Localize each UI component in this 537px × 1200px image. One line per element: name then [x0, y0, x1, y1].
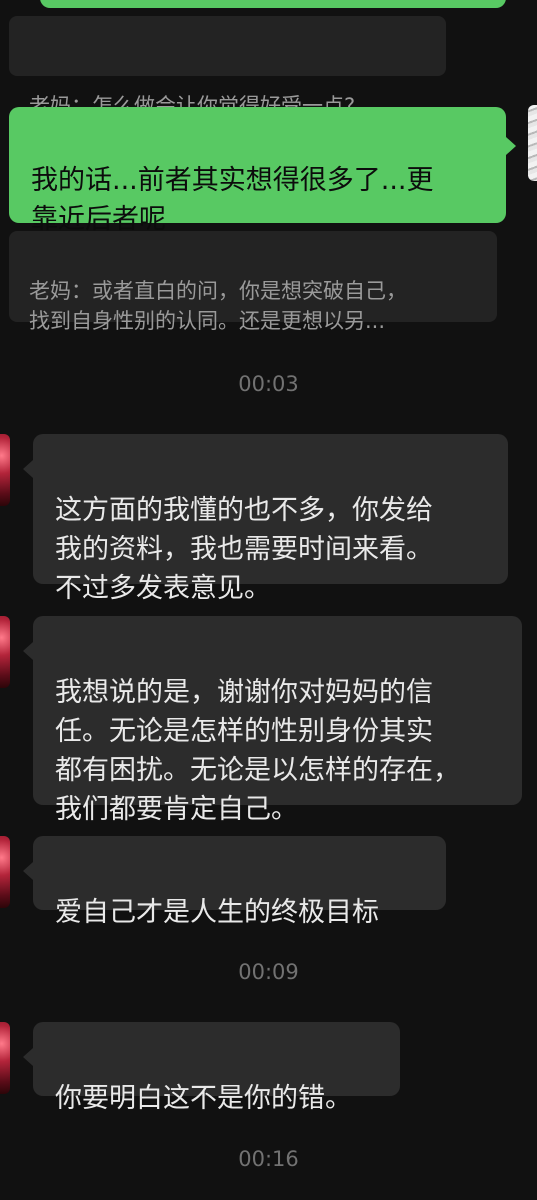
- received-message-text: 我想说的是，谢谢你对妈妈的信 任。无论是怎样的性别身份其实 都有困扰。无论是以怎…: [55, 677, 460, 825]
- received-message-bubble[interactable]: 爱自己才是人生的终极目标: [33, 836, 446, 928]
- timestamp: 00:16: [238, 1147, 299, 1171]
- received-bubble-tail: [23, 1048, 33, 1066]
- quoted-message[interactable]: 老妈：怎么做会让你觉得好受一点?: [9, 16, 446, 118]
- received-message-bubble[interactable]: 你要明白这不是你的错。: [33, 1022, 400, 1114]
- quoted-message-text: 老妈：或者直白的问，你是想突破自己， 找到自身性别的认同。还是更想以另...: [29, 279, 407, 333]
- sent-bubble-tail: [506, 137, 516, 155]
- contact-avatar[interactable]: [0, 434, 10, 506]
- received-message-bubble[interactable]: 我想说的是，谢谢你对妈妈的信 任。无论是怎样的性别身份其实 都有困扰。无论是以怎…: [33, 616, 522, 825]
- timestamp: 00:03: [238, 372, 299, 396]
- contact-avatar[interactable]: [0, 836, 10, 908]
- received-message-text: 爱自己才是人生的终极目标: [55, 897, 379, 928]
- sent-message-bubble[interactable]: 我的话...前者其实想得很多了...更 靠近后者呢: [9, 107, 506, 235]
- contact-avatar[interactable]: [0, 1022, 10, 1094]
- received-bubble-tail: [23, 862, 33, 880]
- received-bubble-tail: [23, 460, 33, 478]
- received-message-bubble[interactable]: 这方面的我懂的也不多，你发给 我的资料，我也需要时间来看。 不过多发表意见。: [33, 434, 508, 604]
- quoted-message[interactable]: 老妈：或者直白的问，你是想突破自己， 找到自身性别的认同。还是更想以另...: [9, 231, 497, 333]
- self-avatar[interactable]: [528, 105, 537, 181]
- timestamp: 00:09: [238, 960, 299, 984]
- received-message-text: 这方面的我懂的也不多，你发给 我的资料，我也需要时间来看。 不过多发表意见。: [55, 495, 433, 604]
- received-message-text: 你要明白这不是你的错。: [55, 1083, 352, 1114]
- contact-avatar[interactable]: [0, 616, 10, 688]
- received-bubble-tail: [23, 642, 33, 660]
- sent-message-text: 我的话...前者其实想得很多了...更 靠近后者呢: [31, 165, 434, 235]
- previous-sent-bubble[interactable]: [40, 0, 506, 8]
